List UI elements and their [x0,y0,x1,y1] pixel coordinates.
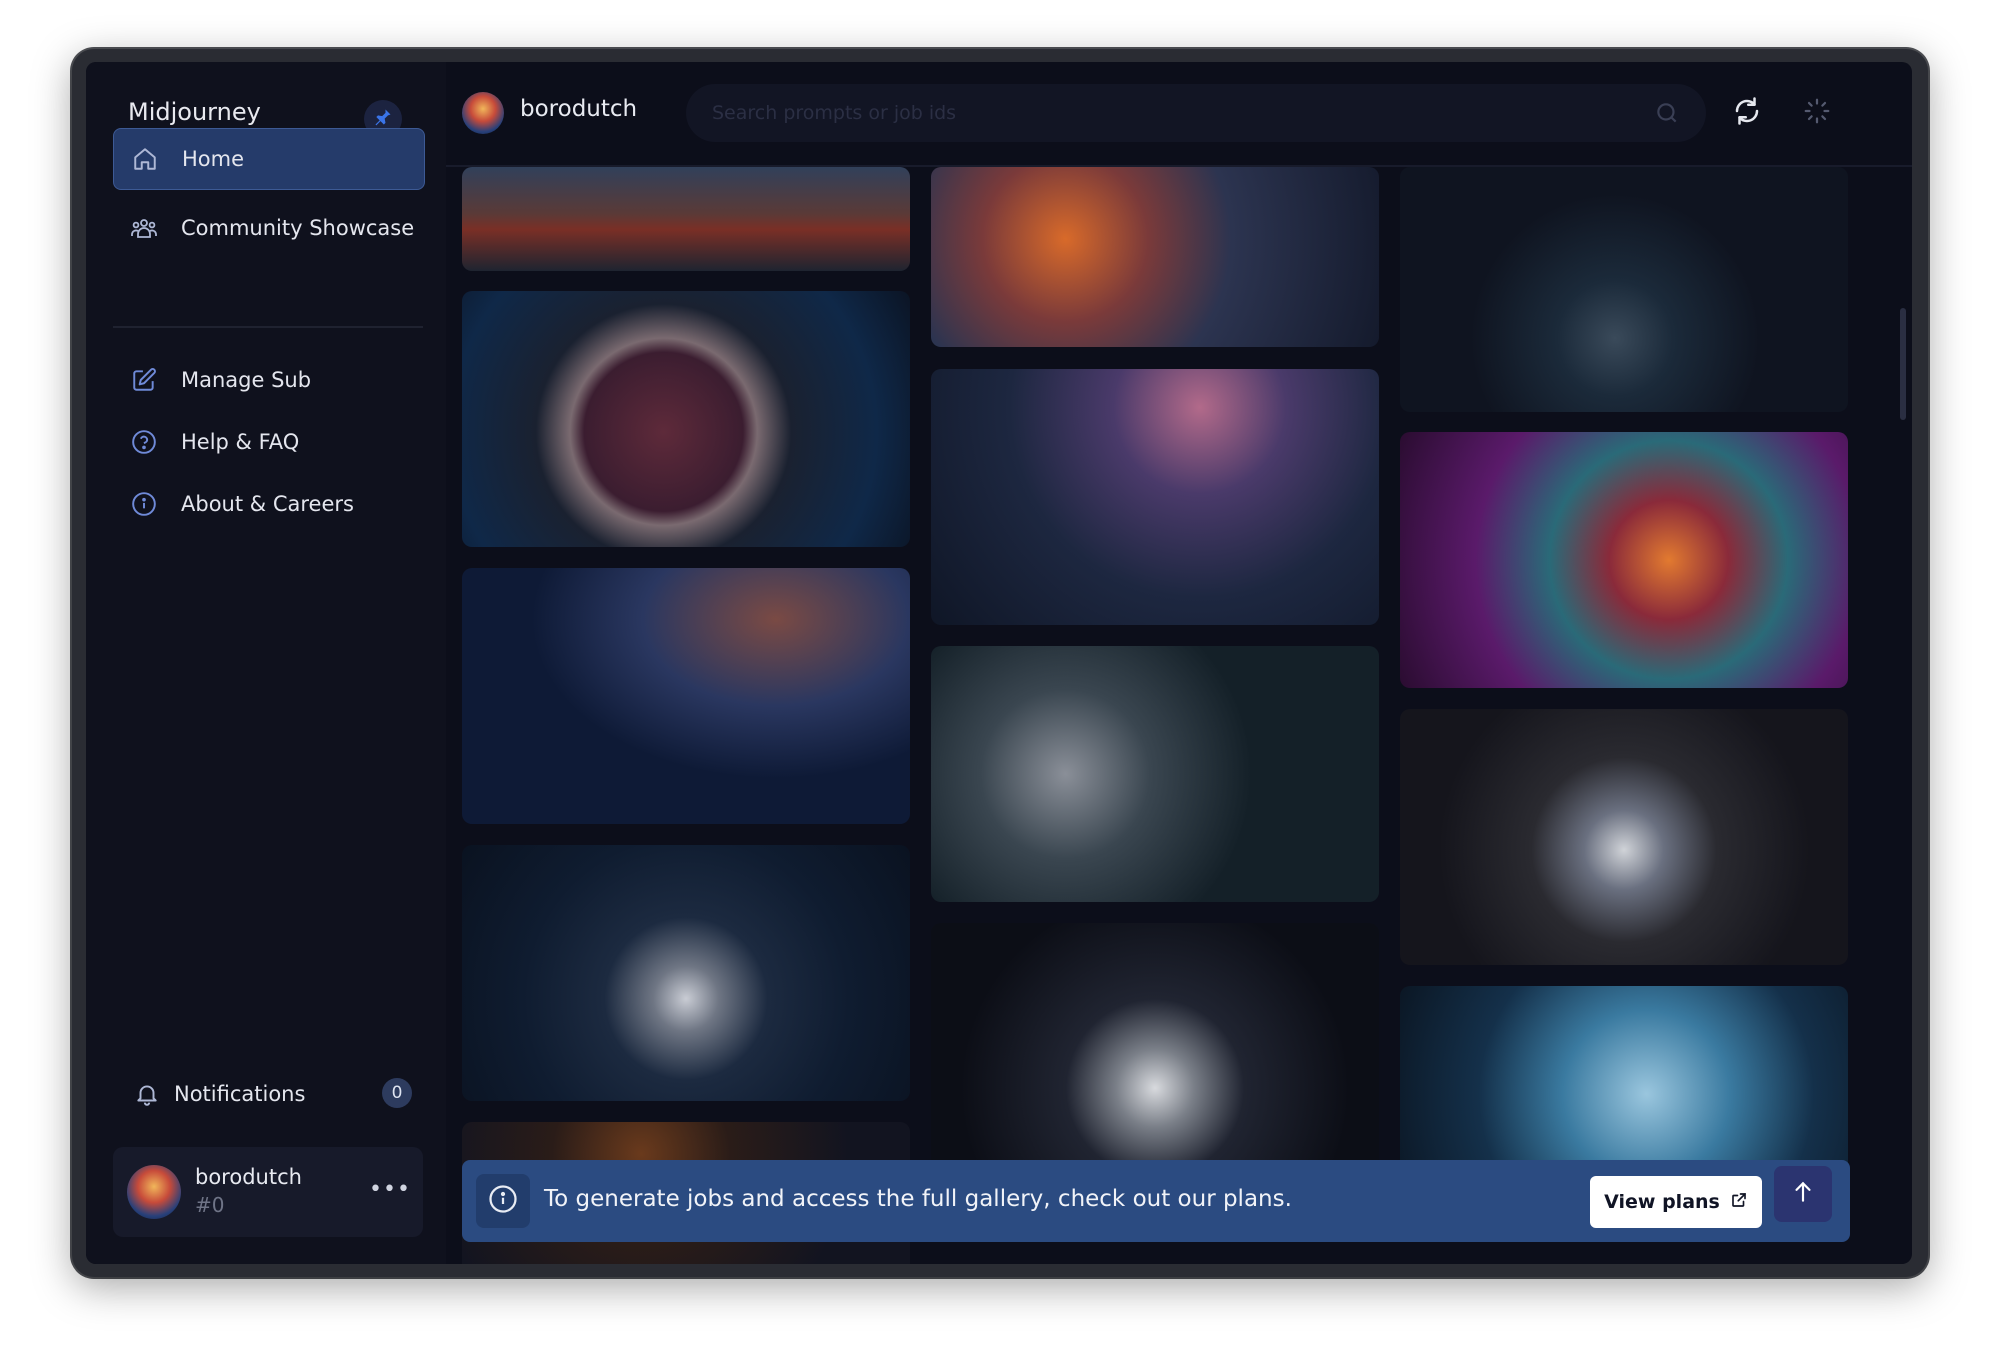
user-tag: #0 [195,1193,225,1217]
nav-item-home[interactable]: Home [113,128,425,190]
gallery-image[interactable] [931,646,1379,902]
gallery-image[interactable] [931,167,1379,347]
gallery-image[interactable] [931,369,1379,625]
community-icon [129,213,159,243]
search-bar[interactable]: Search prompts or job ids [686,84,1706,142]
scroll-to-top-button[interactable] [1774,1166,1832,1222]
gallery-scrollbar[interactable] [1900,308,1906,420]
header-username: borodutch [520,96,638,122]
gallery-image[interactable] [462,568,910,824]
gallery-image[interactable] [1400,709,1848,965]
nav-item-community-showcase[interactable]: Community Showcase [113,198,423,258]
search-icon[interactable] [1654,100,1680,130]
nav-item-help-faq[interactable]: Help & FAQ [113,412,423,472]
info-icon [488,1184,518,1218]
header: borodutch Search prompts or job ids [446,62,1912,166]
avatar [127,1165,181,1219]
refresh-button[interactable] [1732,96,1762,130]
user-name: borodutch [195,1165,302,1189]
nav-item-manage-sub[interactable]: Manage Sub [113,350,423,410]
view-plans-label: View plans [1604,1191,1720,1213]
gallery-image[interactable] [1400,167,1848,412]
nav-item-about-careers[interactable]: About & Careers [113,474,423,534]
header-avatar[interactable] [462,92,504,134]
arrow-up-icon [1790,1179,1816,1209]
help-icon [129,427,159,457]
refresh-icon [1732,97,1762,130]
info-icon [129,489,159,519]
theme-toggle-button[interactable] [1802,96,1832,130]
gallery-image[interactable] [462,845,910,1101]
sidebar-divider [113,326,423,328]
nav-label: Manage Sub [181,368,312,392]
nav-label: About & Careers [181,492,354,516]
notifications-button[interactable]: Notifications 0 [132,1074,422,1114]
sidebar: Midjourney Home Community Showcase Manag… [86,62,446,1264]
notifications-label: Notifications [174,1082,306,1106]
nav-label: Home [182,147,245,171]
sparkle-icon [1802,98,1832,130]
gallery-image[interactable] [462,167,910,271]
external-link-icon [1730,1191,1748,1214]
view-plans-button[interactable]: View plans [1590,1176,1762,1228]
upgrade-banner: To generate jobs and access the full gal… [462,1160,1850,1242]
banner-info-button [476,1174,530,1228]
edit-icon [129,365,159,395]
home-icon [130,144,160,174]
user-card[interactable]: borodutch #0 ••• [113,1147,423,1237]
notifications-count-badge: 0 [382,1078,412,1108]
brand-name: Midjourney [128,98,261,126]
image-gallery [462,167,1852,1264]
nav-label: Help & FAQ [181,430,300,454]
gallery-image[interactable] [1400,432,1848,688]
nav-label: Community Showcase [181,216,415,240]
app-window: Midjourney Home Community Showcase Manag… [86,62,1912,1264]
bell-icon [132,1079,162,1109]
banner-message: To generate jobs and access the full gal… [544,1186,1292,1212]
user-menu-button[interactable]: ••• [369,1177,411,1202]
search-input[interactable]: Search prompts or job ids [712,102,956,124]
gallery-image[interactable] [462,291,910,547]
